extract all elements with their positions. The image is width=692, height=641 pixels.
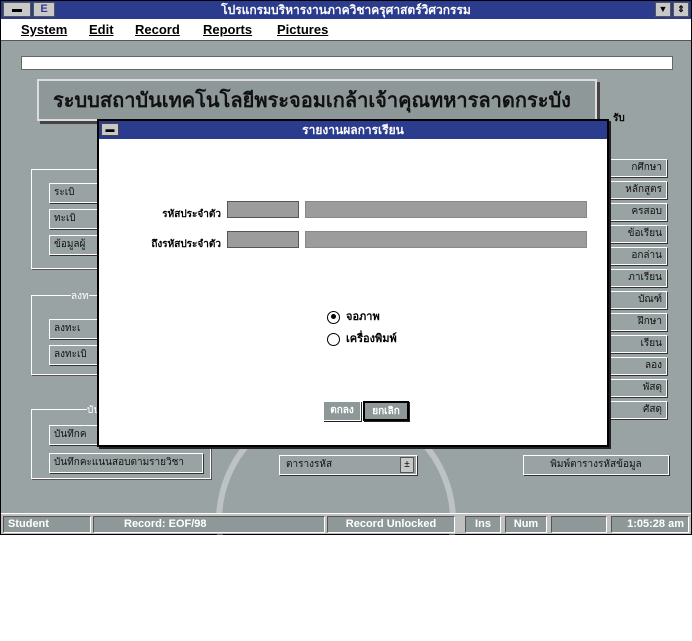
cancel-button[interactable]: ยกเลิก bbox=[363, 401, 409, 421]
background-right-button[interactable]: พัสดุ bbox=[605, 379, 667, 397]
system-banner: ระบบสถาบันเทคโนโลยีพระจอมเกล้าเจ้าคุณทหา… bbox=[37, 79, 597, 121]
restore-button[interactable]: ⇕ bbox=[673, 2, 689, 17]
restore-icon: ⇕ bbox=[677, 4, 685, 14]
background-right-button[interactable]: กศึกษา bbox=[605, 159, 667, 177]
message-line bbox=[21, 56, 673, 70]
title-bar: ▬ E โปรแกรมบริหารงานภาควิชาครุศาสตร์วิศว… bbox=[1, 1, 691, 19]
from-student-name-field bbox=[305, 201, 587, 218]
background-right-button[interactable]: ฝึกษา bbox=[605, 313, 667, 331]
status-bar: Student Record: EOF/98 Record Unlocked I… bbox=[1, 513, 691, 534]
grade-report-dialog: ▬ รายงานผลการเรียน รหัสประจำตัว ถึงรหัสป… bbox=[97, 119, 609, 447]
background-button[interactable]: ข้อมูลผู้ bbox=[49, 235, 101, 255]
window-title: โปรแกรมบริหารงานภาควิชาครุศาสตร์วิศวกรรม bbox=[221, 3, 471, 17]
background-right-button[interactable]: บัณฑ์ bbox=[605, 291, 667, 309]
status-form-name: Student bbox=[3, 516, 91, 533]
dialog-menu-icon: ▬ bbox=[105, 124, 115, 134]
background-right-button[interactable]: ภาเรียน bbox=[605, 269, 667, 287]
to-student-id-input[interactable] bbox=[227, 231, 299, 248]
from-student-id-label: รหัสประจำตัว bbox=[162, 209, 221, 220]
app-icon: E bbox=[33, 2, 55, 17]
output-screen-label: จอภาพ bbox=[346, 311, 380, 323]
background-button[interactable]: บันทึกค bbox=[49, 425, 101, 445]
background-right-button[interactable]: หลักสูตร bbox=[605, 181, 667, 199]
status-empty bbox=[551, 516, 607, 533]
output-printer-option[interactable]: เครื่องพิมพ์ bbox=[327, 329, 397, 347]
background-right-button[interactable]: ข้อเรียน bbox=[605, 225, 667, 243]
status-clock: 1:05:28 am bbox=[611, 516, 689, 533]
menu-pictures[interactable]: Pictures bbox=[277, 22, 328, 37]
background-label: รับ bbox=[613, 113, 625, 124]
minimize-button[interactable]: ▼ bbox=[655, 2, 671, 17]
background-right-button[interactable]: เรียน bbox=[605, 335, 667, 353]
background-right-button[interactable]: ศัสดุ bbox=[605, 401, 667, 419]
system-menu-button[interactable]: ▬ bbox=[3, 2, 31, 17]
from-student-id-input[interactable] bbox=[227, 201, 299, 218]
status-ins: Ins bbox=[465, 516, 501, 533]
record-scores-button[interactable]: บันทึกคะแนนสอบตามรายวิชา bbox=[49, 453, 203, 473]
dialog-title: รายงานผลการเรียน bbox=[302, 123, 404, 137]
background-group-title: ลงท bbox=[71, 289, 89, 304]
background-right-button[interactable]: ครสอบ bbox=[605, 203, 667, 221]
dialog-menu-button[interactable]: ▬ bbox=[101, 123, 119, 136]
menu-system[interactable]: System bbox=[21, 22, 67, 37]
output-printer-label: เครื่องพิมพ์ bbox=[346, 333, 397, 345]
output-screen-option[interactable]: จอภาพ bbox=[327, 307, 380, 325]
menu-bar: System Edit Record Reports Pictures bbox=[1, 19, 691, 41]
print-code-table-button[interactable]: พิมพ์ตารางรหัสข้อมูล bbox=[523, 455, 669, 475]
radio-unselected-icon[interactable] bbox=[327, 332, 340, 346]
main-window: ▬ E โปรแกรมบริหารงานภาควิชาครุศาสตร์วิศว… bbox=[0, 0, 692, 641]
status-record-position: Record: EOF/98 bbox=[93, 516, 325, 533]
to-student-name-field bbox=[305, 231, 587, 248]
background-button[interactable]: ลงทะเ bbox=[49, 319, 101, 339]
system-menu-icon: ▬ bbox=[12, 4, 22, 15]
background-button[interactable]: ทะเบิ bbox=[49, 209, 101, 229]
menu-reports[interactable]: Reports bbox=[203, 22, 252, 37]
background-button[interactable]: ลงทะเบิ bbox=[49, 345, 101, 365]
menu-edit[interactable]: Edit bbox=[89, 22, 114, 37]
background-right-button[interactable]: ลอง bbox=[605, 357, 667, 375]
status-num: Num bbox=[505, 516, 547, 533]
background-button[interactable]: ระเบิ bbox=[49, 183, 101, 203]
radio-selected-icon[interactable] bbox=[327, 310, 340, 324]
ok-button[interactable]: ตกลง bbox=[323, 401, 361, 421]
dialog-title-bar: ▬ รายงานผลการเรียน bbox=[99, 121, 607, 139]
minimize-icon: ▼ bbox=[658, 4, 668, 14]
status-lock-state: Record Unlocked bbox=[327, 516, 455, 533]
background-right-button[interactable]: อกล่าน bbox=[605, 247, 667, 265]
to-student-id-label: ถึงรหัสประจำตัว bbox=[151, 239, 221, 250]
menu-record[interactable]: Record bbox=[135, 22, 180, 37]
